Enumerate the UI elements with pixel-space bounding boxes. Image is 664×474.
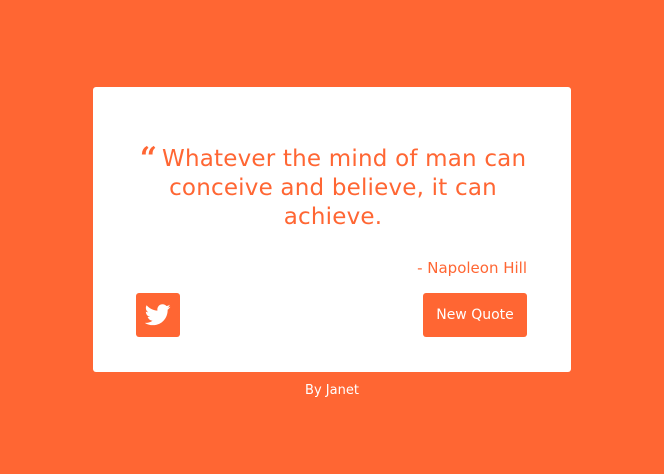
quote-text-block: “Whatever the mind of man can conceive a… [133, 141, 533, 232]
quote-mark-icon: “ [139, 141, 157, 176]
new-quote-button[interactable]: New Quote [423, 293, 527, 337]
quote-card: “Whatever the mind of man can conceive a… [93, 87, 571, 372]
footer-credit: By Janet [305, 383, 359, 398]
quote-text: Whatever the mind of man can conceive an… [162, 146, 527, 230]
tweet-button[interactable] [136, 293, 180, 337]
twitter-icon [145, 304, 171, 326]
quote-author: - Napoleon Hill [417, 259, 527, 277]
